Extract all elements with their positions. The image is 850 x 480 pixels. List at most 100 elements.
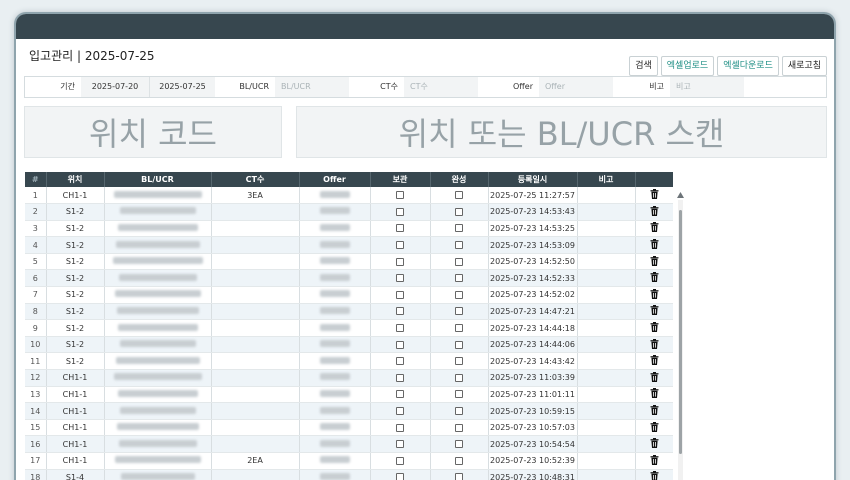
trash-icon[interactable] xyxy=(650,239,659,251)
complete-checkbox[interactable] xyxy=(455,440,463,449)
row-storage-cell xyxy=(370,303,431,321)
trash-icon[interactable] xyxy=(650,189,659,201)
table-row[interactable]: 17 CH1-1 2EA 2025-07-23 10:52:39 xyxy=(25,452,673,470)
complete-checkbox[interactable] xyxy=(455,241,463,250)
trash-icon[interactable] xyxy=(650,288,659,301)
table-row[interactable]: 11 S1-2 2025-07-23 14:43:42 xyxy=(25,352,673,371)
col-header-registered-at[interactable]: 등록일시 xyxy=(488,172,578,187)
table-row[interactable]: 3 S1-2 2025-07-23 14:53:25 xyxy=(25,220,673,238)
date-to-field[interactable]: 2025-07-25 xyxy=(149,77,215,97)
trash-icon[interactable] xyxy=(650,205,659,218)
table-row[interactable]: 12 CH1-1 2025-07-23 11:03:39 xyxy=(25,369,673,387)
table-row[interactable]: 8 S1-2 2025-07-23 14:47:21 xyxy=(25,303,673,321)
complete-checkbox[interactable] xyxy=(455,390,463,399)
trash-icon[interactable] xyxy=(650,255,659,268)
storage-checkbox[interactable] xyxy=(396,357,404,366)
trash-icon[interactable] xyxy=(650,355,659,367)
storage-checkbox[interactable] xyxy=(396,407,404,416)
col-header-ct-count[interactable]: CT수 xyxy=(211,172,300,187)
refresh-button[interactable]: 새로고침 xyxy=(781,56,827,76)
col-header-bl-ucr[interactable]: BL/UCR xyxy=(104,172,212,187)
complete-checkbox[interactable] xyxy=(455,456,463,465)
complete-checkbox[interactable] xyxy=(455,274,463,283)
trash-icon[interactable] xyxy=(650,322,659,334)
table-row[interactable]: 5 S1-2 2025-07-23 14:52:50 xyxy=(25,253,673,271)
storage-checkbox[interactable] xyxy=(396,340,404,349)
col-header-location[interactable]: 위치 xyxy=(46,172,105,187)
complete-checkbox[interactable] xyxy=(455,290,463,299)
complete-checkbox[interactable] xyxy=(455,340,463,349)
storage-checkbox[interactable] xyxy=(396,257,404,266)
row-ct-count xyxy=(211,220,300,238)
complete-checkbox[interactable] xyxy=(455,373,463,382)
offer-input[interactable]: Offer xyxy=(539,77,613,97)
row-actions xyxy=(635,319,673,337)
col-header-offer[interactable]: Offer xyxy=(299,172,371,187)
row-registered-at: 2025-07-23 14:53:09 xyxy=(488,236,578,254)
table-row[interactable]: 4 S1-2 2025-07-23 14:53:09 xyxy=(25,236,673,254)
scroll-up-arrow-icon[interactable] xyxy=(677,192,684,198)
storage-checkbox[interactable] xyxy=(396,440,404,449)
bl-ucr-input[interactable]: BL/UCR xyxy=(275,77,349,97)
location-code-display[interactable]: 위치 코드 xyxy=(24,106,282,158)
complete-checkbox[interactable] xyxy=(455,357,463,366)
storage-checkbox[interactable] xyxy=(396,473,404,480)
table-row[interactable]: 2 S1-2 2025-07-23 14:53:43 xyxy=(25,203,673,221)
table-row[interactable]: 9 S1-2 2025-07-23 14:44:18 xyxy=(25,319,673,337)
table-row[interactable]: 7 S1-2 2025-07-23 14:52:02 xyxy=(25,286,673,304)
date-from-field[interactable]: 2025-07-20 xyxy=(81,77,149,97)
trash-icon[interactable] xyxy=(650,222,659,234)
table-row[interactable]: 14 CH1-1 2025-07-23 10:59:15 xyxy=(25,402,673,420)
table-scrollbar-thumb[interactable] xyxy=(679,210,682,454)
table-row[interactable]: 18 S1-4 2025-07-23 10:48:31 xyxy=(25,469,673,480)
complete-checkbox[interactable] xyxy=(455,324,463,333)
trash-icon[interactable] xyxy=(650,454,659,467)
storage-checkbox[interactable] xyxy=(396,191,404,200)
trash-icon[interactable] xyxy=(650,388,659,400)
table-row[interactable]: 1 CH1-1 3EA 2025-07-25 11:27:57 xyxy=(25,187,673,205)
note-input[interactable]: 비고 xyxy=(670,77,744,97)
storage-checkbox[interactable] xyxy=(396,456,404,465)
excel-upload-button[interactable]: 엑셀업로드 xyxy=(660,56,715,76)
scan-input-display[interactable]: 위치 또는 BL/UCR 스캔 xyxy=(296,106,827,158)
complete-checkbox[interactable] xyxy=(455,473,463,480)
trash-icon[interactable] xyxy=(650,272,659,284)
trash-icon[interactable] xyxy=(650,371,659,384)
col-header-complete[interactable]: 완성 xyxy=(430,172,489,187)
storage-checkbox[interactable] xyxy=(396,207,404,216)
complete-checkbox[interactable] xyxy=(455,423,463,432)
complete-checkbox[interactable] xyxy=(455,307,463,316)
table-row[interactable]: 13 CH1-1 2025-07-23 11:01:11 xyxy=(25,386,673,404)
table-row[interactable]: 10 S1-2 2025-07-23 14:44:06 xyxy=(25,336,673,354)
storage-checkbox[interactable] xyxy=(396,423,404,432)
storage-checkbox[interactable] xyxy=(396,307,404,316)
trash-icon[interactable] xyxy=(650,405,659,417)
complete-checkbox[interactable] xyxy=(455,407,463,416)
col-header-storage[interactable]: 보관 xyxy=(370,172,431,187)
storage-checkbox[interactable] xyxy=(396,373,404,382)
complete-checkbox[interactable] xyxy=(455,207,463,216)
row-offer-redacted xyxy=(299,187,371,205)
ct-count-input[interactable]: CT수 xyxy=(404,77,478,97)
storage-checkbox[interactable] xyxy=(396,241,404,250)
trash-icon[interactable] xyxy=(650,471,659,480)
row-ct-count xyxy=(211,319,300,337)
trash-icon[interactable] xyxy=(650,421,659,434)
complete-checkbox[interactable] xyxy=(455,191,463,200)
trash-icon[interactable] xyxy=(650,338,659,351)
storage-checkbox[interactable] xyxy=(396,290,404,299)
trash-icon[interactable] xyxy=(650,305,659,317)
table-row[interactable]: 16 CH1-1 2025-07-23 10:54:54 xyxy=(25,435,673,453)
storage-checkbox[interactable] xyxy=(396,224,404,233)
complete-checkbox[interactable] xyxy=(455,224,463,233)
storage-checkbox[interactable] xyxy=(396,274,404,283)
trash-icon[interactable] xyxy=(650,438,659,450)
table-row[interactable]: 6 S1-2 2025-07-23 14:52:33 xyxy=(25,269,673,288)
storage-checkbox[interactable] xyxy=(396,324,404,333)
table-row[interactable]: 15 CH1-1 2025-07-23 10:57:03 xyxy=(25,419,673,437)
excel-download-button[interactable]: 엑셀다운로드 xyxy=(717,56,779,76)
storage-checkbox[interactable] xyxy=(396,390,404,399)
search-button[interactable]: 검색 xyxy=(629,56,658,76)
complete-checkbox[interactable] xyxy=(455,257,463,266)
col-header-note[interactable]: 비고 xyxy=(577,172,636,187)
